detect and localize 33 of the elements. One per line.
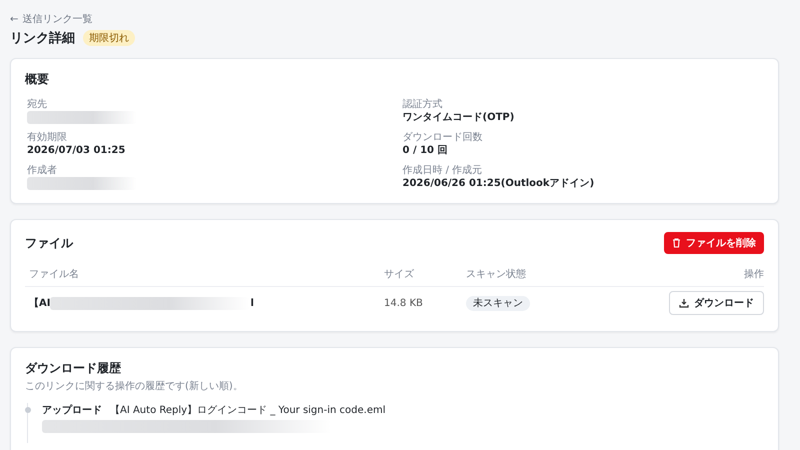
history-action: アップロード [42, 403, 102, 417]
scan-status-badge: 未スキャン [466, 296, 530, 311]
back-arrow-icon: ← [10, 14, 18, 24]
download-button[interactable]: ダウンロード [669, 291, 764, 315]
field-value: 2026/07/03 01:25 [27, 144, 126, 158]
timeline-dot [24, 407, 30, 413]
field-value: 2026/06/26 01:25(Outlookアドイン) [402, 177, 596, 191]
table-cell-text: 14.8 KB [384, 298, 424, 308]
field-label: 宛先 [27, 98, 48, 111]
section-heading: ファイル [25, 234, 73, 252]
section-heading: ダウンロード履歴 [25, 360, 122, 377]
back-link[interactable]: ← 送信リンク一覧 [10, 12, 92, 26]
trash-icon [672, 238, 681, 248]
file-name: 【AI [29, 296, 50, 310]
status-badge: 期限切れ [83, 30, 135, 46]
column-header: スキャン状態 [466, 268, 527, 281]
section-description: このリンクに関する操作の履歴です(新しい順)。 [25, 380, 244, 393]
field-value: ワンタイムコード(OTP) [402, 111, 516, 125]
history-file: 【AI Auto Reply】ログインコード _ Your sign-in code.eml [110, 404, 386, 417]
field-label: 作成者 [27, 164, 58, 177]
column-header: 操作 [743, 268, 764, 281]
field-label: 有効期限 [27, 131, 68, 144]
file-name: l [250, 298, 254, 308]
field-value: 0 / 10 回 [402, 144, 448, 158]
field-label: ダウンロード回数 [402, 131, 484, 144]
column-header: サイズ [384, 268, 415, 281]
download-icon [679, 298, 689, 308]
field-label: 作成日時 / 作成元 [402, 164, 484, 177]
section-heading: 概要 [25, 71, 50, 88]
page-title: リンク詳細 [10, 30, 75, 47]
delete-file-button[interactable]: ファイルを削除 [664, 232, 764, 254]
field-label: 認証方式 [402, 98, 444, 111]
column-header: ファイル名 [29, 268, 80, 281]
